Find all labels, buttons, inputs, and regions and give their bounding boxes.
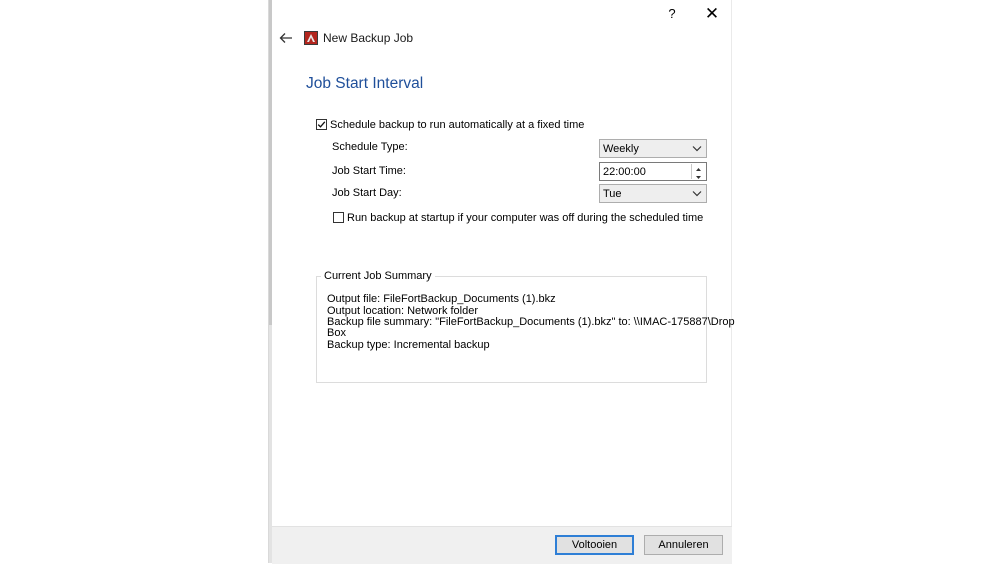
scrollbar[interactable] <box>269 0 272 325</box>
schedule-type-label: Schedule Type: <box>332 141 408 153</box>
help-button[interactable]: ? <box>659 4 685 24</box>
summary-line-output-file: Output file: FileFortBackup_Documents (1… <box>327 293 556 305</box>
time-spinner[interactable] <box>691 164 705 179</box>
schedule-type-select[interactable]: Weekly <box>599 139 707 158</box>
spin-down-icon[interactable] <box>692 172 705 179</box>
job-start-day-select[interactable]: Tue <box>599 184 707 203</box>
schedule-type-value: Weekly <box>603 143 639 155</box>
backup-job-window: ? ✕ New Backup Job Job Start Interval Sc… <box>268 0 735 564</box>
summary-line-backup-type: Backup type: Incremental backup <box>327 339 490 351</box>
summary-line-backup-file: Backup file summary: "FileFortBackup_Doc… <box>327 316 735 328</box>
run-at-startup-checkbox[interactable] <box>333 212 344 223</box>
job-start-time-field[interactable]: 22:00:00 <box>599 162 707 181</box>
close-button[interactable]: ✕ <box>699 4 725 24</box>
run-at-startup-label[interactable]: Run backup at startup if your computer w… <box>347 212 703 224</box>
chevron-down-icon <box>692 146 702 152</box>
back-arrow-icon[interactable] <box>277 29 295 47</box>
page-title: Job Start Interval <box>306 75 424 92</box>
app-icon <box>304 31 318 45</box>
job-start-day-value: Tue <box>603 188 622 200</box>
job-start-time-label: Job Start Time: <box>332 165 406 177</box>
check-icon <box>317 121 326 128</box>
job-start-day-label: Job Start Day: <box>332 187 402 199</box>
chevron-down-icon <box>692 191 702 197</box>
window-left-edge <box>269 0 272 563</box>
summary-line-backup-file-cont: Box <box>327 327 346 339</box>
spin-up-icon[interactable] <box>692 164 705 171</box>
job-start-time-value: 22:00:00 <box>603 166 646 178</box>
finish-button[interactable]: Voltooien <box>555 535 634 555</box>
schedule-checkbox-label[interactable]: Schedule backup to run automatically at … <box>330 119 584 131</box>
schedule-checkbox[interactable] <box>316 119 327 130</box>
window-title: New Backup Job <box>323 31 414 45</box>
job-summary-title: Current Job Summary <box>321 270 435 282</box>
cancel-button[interactable]: Annuleren <box>644 535 723 555</box>
